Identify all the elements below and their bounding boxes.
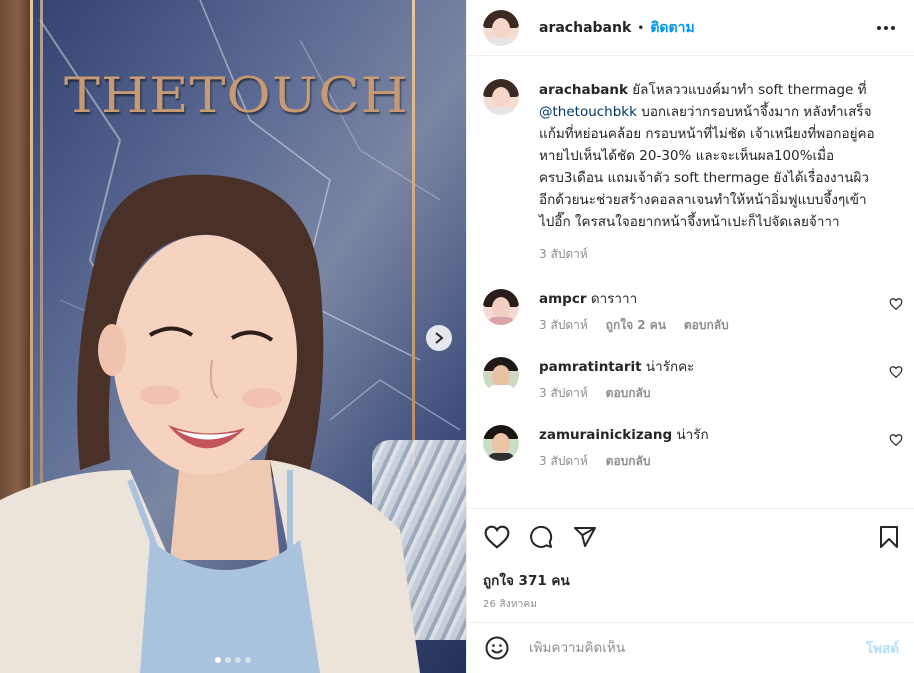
carousel-dot xyxy=(235,657,241,663)
caption-time[interactable]: 3 สัปดาห์ xyxy=(539,247,588,261)
comment-time[interactable]: 3 สัปดาห์ xyxy=(539,318,588,332)
comment-meta: 3 สัปดาห์ ตอบกลับ xyxy=(539,383,694,403)
send-icon xyxy=(574,527,596,547)
comment-time[interactable]: 3 สัปดาห์ xyxy=(539,454,588,468)
commenter-avatar[interactable] xyxy=(483,357,519,393)
share-button[interactable] xyxy=(571,523,599,551)
post-side-panel: arachabank • ติดตาม arachabank ยัลโหลววแ… xyxy=(466,0,914,673)
carousel-next-button[interactable] xyxy=(426,325,452,351)
comment-button[interactable] xyxy=(527,523,555,551)
comment-body: ampcr ดาราาา 3 สัปดาห์ ถูกใจ 2 คน ตอบกลั… xyxy=(539,289,743,335)
commenter-username[interactable]: zamurainickizang xyxy=(539,427,672,443)
emoji-button[interactable] xyxy=(483,634,511,662)
caption-mention-link[interactable]: @thetouchbkk xyxy=(539,104,637,120)
comment-likes-count[interactable]: ถูกใจ 2 คน xyxy=(606,318,666,332)
comment-text: ดาราาา xyxy=(590,291,638,307)
comment-meta: 3 สัปดาห์ ถูกใจ 2 คน ตอบกลับ xyxy=(539,315,743,335)
action-icons-row xyxy=(467,509,914,565)
header-separator: • xyxy=(637,20,645,35)
post-date[interactable]: 26 สิงหาคม xyxy=(467,597,914,612)
post-header: arachabank • ติดตาม xyxy=(467,0,914,56)
caption-text-start: ยัลโหลววแบงค์มาทำ soft thermage ที่ xyxy=(627,82,867,98)
commenter-avatar[interactable] xyxy=(483,425,519,461)
post-comment-button[interactable]: โพสต์ xyxy=(866,637,899,659)
commenter-avatar[interactable] xyxy=(483,289,519,325)
heart-outline-icon[interactable] xyxy=(889,297,903,311)
chevron-right-icon xyxy=(435,332,444,344)
add-comment-bar: โพสต์ xyxy=(467,622,914,673)
commenter-username[interactable]: ampcr xyxy=(539,291,587,307)
caption-text-end: บอกเลยว่ากรอบหน้าจึ้งมาก หลังทำเสร็จแก้ม… xyxy=(539,104,875,230)
comment-input[interactable] xyxy=(529,640,866,656)
save-button[interactable] xyxy=(875,523,903,551)
comment-body: zamurainickizang น่ารัก 3 สัปดาห์ ตอบกลั… xyxy=(539,425,709,471)
post-caption: arachabank ยัลโหลววแบงค์มาทำ soft therma… xyxy=(467,57,914,265)
comment-text: น่ารักคะ xyxy=(645,359,695,375)
caption-avatar[interactable] xyxy=(483,79,519,115)
caption-body: arachabank ยัลโหลววแบงค์มาทำ soft therma… xyxy=(539,79,879,265)
heart-outline-icon[interactable] xyxy=(889,433,903,447)
heart-outline-icon[interactable] xyxy=(889,365,903,379)
reply-button[interactable]: ตอบกลับ xyxy=(606,454,651,468)
caption-username[interactable]: arachabank xyxy=(539,82,628,98)
author-username[interactable]: arachabank xyxy=(539,20,631,36)
carousel-dot xyxy=(215,657,221,663)
carousel-dot xyxy=(225,657,231,663)
comment-meta: 3 สัปดาห์ ตอบกลับ xyxy=(539,451,709,471)
like-button[interactable] xyxy=(483,523,511,551)
carousel-dot xyxy=(245,657,251,663)
comment-body: pamratintarit น่ารักคะ 3 สัปดาห์ ตอบกลับ xyxy=(539,357,694,403)
comment-item: ampcr ดาราาา 3 สัปดาห์ ถูกใจ 2 คน ตอบกลั… xyxy=(467,289,914,335)
comment-time[interactable]: 3 สัปดาห์ xyxy=(539,386,588,400)
more-options-button[interactable] xyxy=(872,14,900,42)
person-portrait xyxy=(0,174,420,673)
reply-button[interactable]: ตอบกลับ xyxy=(684,318,729,332)
heart-icon xyxy=(484,525,510,549)
comment-bubble-icon xyxy=(530,525,553,548)
comment-item: zamurainickizang น่ารัก 3 สัปดาห์ ตอบกลั… xyxy=(467,425,914,471)
carousel-indicator xyxy=(0,657,466,663)
comments-list[interactable]: arachabank ยัลโหลววแบงค์มาทำ soft therma… xyxy=(467,57,914,508)
smiley-icon xyxy=(485,636,509,660)
reply-button[interactable]: ตอบกลับ xyxy=(606,386,651,400)
comment-item: pamratintarit น่ารักคะ 3 สัปดาห์ ตอบกลับ xyxy=(467,357,914,403)
author-avatar[interactable] xyxy=(483,9,519,46)
caption-meta: 3 สัปดาห์ xyxy=(539,243,879,265)
comment-text: น่ารัก xyxy=(676,427,709,443)
post-actions: ถูกใจ 371 คน 26 สิงหาคม xyxy=(467,508,914,612)
more-horizontal-icon xyxy=(877,25,895,30)
post-photo[interactable]: THETOUCH xyxy=(0,0,466,673)
follow-button[interactable]: ติดตาม xyxy=(650,17,694,39)
likes-count[interactable]: ถูกใจ 371 คน xyxy=(467,569,914,591)
commenter-username[interactable]: pamratintarit xyxy=(539,359,642,375)
bookmark-icon xyxy=(880,526,898,548)
